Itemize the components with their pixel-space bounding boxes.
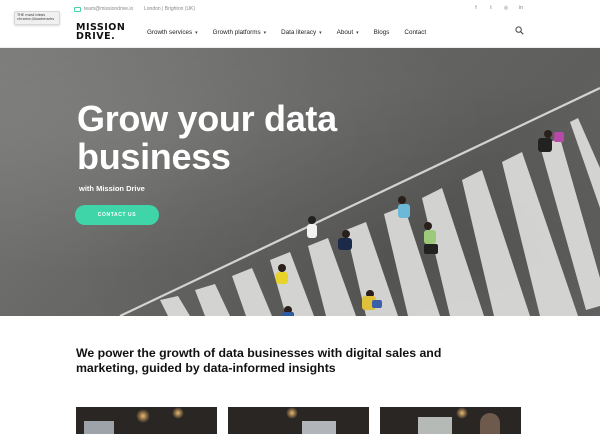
section-tagline: We power the growth of data businesses w…: [76, 346, 442, 375]
lamp-glow: [136, 409, 150, 423]
card-image[interactable]: [228, 407, 369, 434]
hero-title-line-1: Grow your data: [77, 98, 337, 139]
chevron-down-icon: ▾: [319, 29, 322, 36]
page: THE most ideas chrome://bookmarks team@m…: [0, 0, 600, 434]
contact-us-button[interactable]: CONTACT US: [75, 205, 159, 225]
nav-about[interactable]: About ▾: [337, 29, 359, 36]
lamp-glow: [286, 407, 298, 419]
bookmark-badge[interactable]: THE most ideas chrome://bookmarks: [14, 11, 60, 25]
hero-title: Grow your data business: [77, 100, 337, 176]
location-text: London | Brighton (UK): [144, 6, 196, 12]
search-icon[interactable]: [515, 26, 524, 35]
nav-growth-platforms[interactable]: Growth platforms ▾: [213, 29, 266, 36]
hero-title-line-2: business: [77, 136, 231, 177]
chevron-down-icon: ▾: [263, 29, 267, 36]
card-image[interactable]: [76, 407, 217, 434]
chevron-down-icon: ▾: [195, 29, 198, 36]
nav-label: Growth services: [147, 29, 193, 36]
nav-blogs[interactable]: Blogs: [374, 29, 390, 36]
chevron-down-icon: ▾: [356, 29, 359, 36]
linkedin-icon[interactable]: in: [518, 5, 524, 11]
site-logo[interactable]: MISSION DRIVE.: [76, 23, 125, 42]
nav-contact[interactable]: Contact: [404, 29, 426, 36]
nav-label: Contact: [404, 29, 427, 36]
site-header: MISSION DRIVE. Growth services ▾ Growth …: [0, 18, 600, 48]
logo-line-2: DRIVE.: [76, 31, 116, 42]
social-links: f t ◎ in: [473, 5, 524, 11]
email-text: team@missiondrive.io: [84, 6, 134, 12]
nav-label: About: [336, 29, 354, 36]
lamp-glow: [172, 407, 184, 419]
person-shape: [480, 413, 500, 434]
nav-data-literacy[interactable]: Data literacy ▾: [281, 29, 322, 36]
card-row: [76, 407, 524, 434]
nav-label: Growth platforms: [212, 29, 261, 36]
nav-label: Data literacy: [281, 29, 317, 36]
twitter-icon[interactable]: t: [488, 5, 494, 11]
facebook-icon[interactable]: f: [473, 5, 479, 11]
hero-banner: Grow your data business with Mission Dri…: [0, 48, 600, 316]
nav-growth-services[interactable]: Growth services ▾: [147, 29, 198, 36]
card-image[interactable]: [380, 407, 521, 434]
top-bar: team@missiondrive.io London | Brighton (…: [0, 0, 600, 18]
crosswalk-illustration: [119, 87, 600, 316]
hero-subtitle: with Mission Drive: [79, 184, 145, 193]
mail-icon: [74, 6, 81, 12]
window-shape: [84, 421, 114, 434]
location: London | Brighton (UK): [144, 6, 195, 12]
lamp-glow: [456, 407, 468, 419]
nav-label: Blogs: [373, 29, 390, 36]
instagram-icon[interactable]: ◎: [503, 5, 509, 11]
main-nav: Growth services ▾ Growth platforms ▾ Dat…: [147, 29, 441, 36]
contact-email[interactable]: team@missiondrive.io: [74, 6, 133, 12]
screen-shape: [302, 421, 336, 434]
screen-shape: [418, 417, 452, 434]
